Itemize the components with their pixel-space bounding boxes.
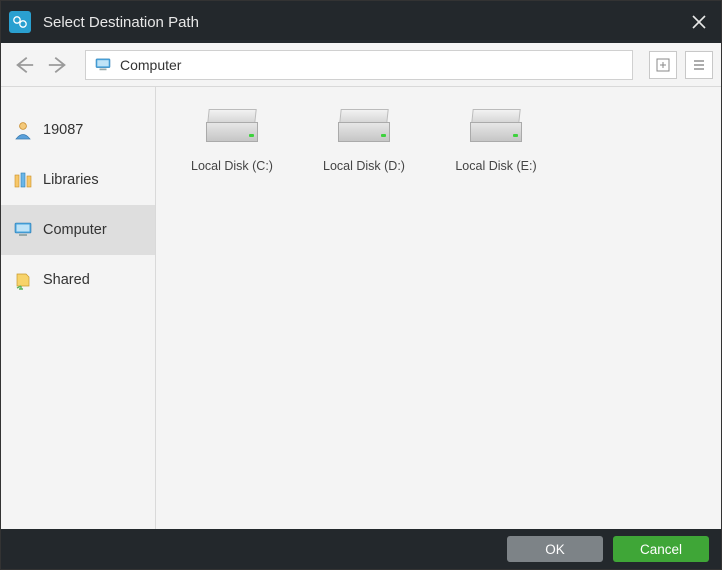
sidebar-item-label: 19087 (43, 122, 83, 138)
libraries-icon (13, 170, 33, 190)
computer-icon (94, 58, 112, 72)
close-icon (692, 15, 706, 29)
sidebar: 19087 Libraries (1, 87, 155, 529)
disk-label: Local Disk (C:) (191, 159, 273, 173)
navbar: Computer (1, 43, 721, 87)
dialog-title: Select Destination Path (43, 14, 677, 31)
titlebar: Select Destination Path (1, 1, 721, 43)
disk-item[interactable]: Local Disk (D:) (298, 103, 430, 203)
select-destination-dialog: Select Destination Path Computer (0, 0, 722, 570)
sidebar-item-user[interactable]: 19087 (1, 105, 155, 155)
path-box[interactable]: Computer (85, 50, 633, 80)
back-button[interactable] (9, 50, 39, 80)
app-icon (9, 11, 31, 33)
sidebar-item-label: Libraries (43, 172, 99, 188)
plus-icon (656, 58, 670, 72)
shared-icon (13, 270, 33, 290)
new-folder-button[interactable] (649, 51, 677, 79)
sidebar-item-shared[interactable]: Shared (1, 255, 155, 305)
disk-label: Local Disk (D:) (323, 159, 405, 173)
footer: OK Cancel (1, 529, 721, 569)
user-icon (13, 120, 33, 140)
drive-icon (336, 109, 392, 145)
sidebar-item-label: Shared (43, 272, 90, 288)
drive-icon (204, 109, 260, 145)
computer-icon (13, 220, 33, 240)
sidebar-item-computer[interactable]: Computer (1, 205, 155, 255)
dialog-body: 19087 Libraries (1, 87, 721, 529)
path-label: Computer (120, 57, 181, 73)
sidebar-item-libraries[interactable]: Libraries (1, 155, 155, 205)
sidebar-item-label: Computer (43, 222, 107, 238)
ok-button[interactable]: OK (507, 536, 603, 562)
arrow-right-icon (47, 54, 69, 76)
disk-item[interactable]: Local Disk (E:) (430, 103, 562, 203)
content-pane: Local Disk (C:) Local Disk (D:) Local Di… (155, 87, 721, 529)
cancel-button[interactable]: Cancel (613, 536, 709, 562)
disk-item[interactable]: Local Disk (C:) (166, 103, 298, 203)
drive-icon (468, 109, 524, 145)
list-icon (692, 58, 706, 72)
forward-button[interactable] (43, 50, 73, 80)
view-button[interactable] (685, 51, 713, 79)
disk-label: Local Disk (E:) (455, 159, 536, 173)
close-button[interactable] (677, 1, 721, 43)
arrow-left-icon (13, 54, 35, 76)
